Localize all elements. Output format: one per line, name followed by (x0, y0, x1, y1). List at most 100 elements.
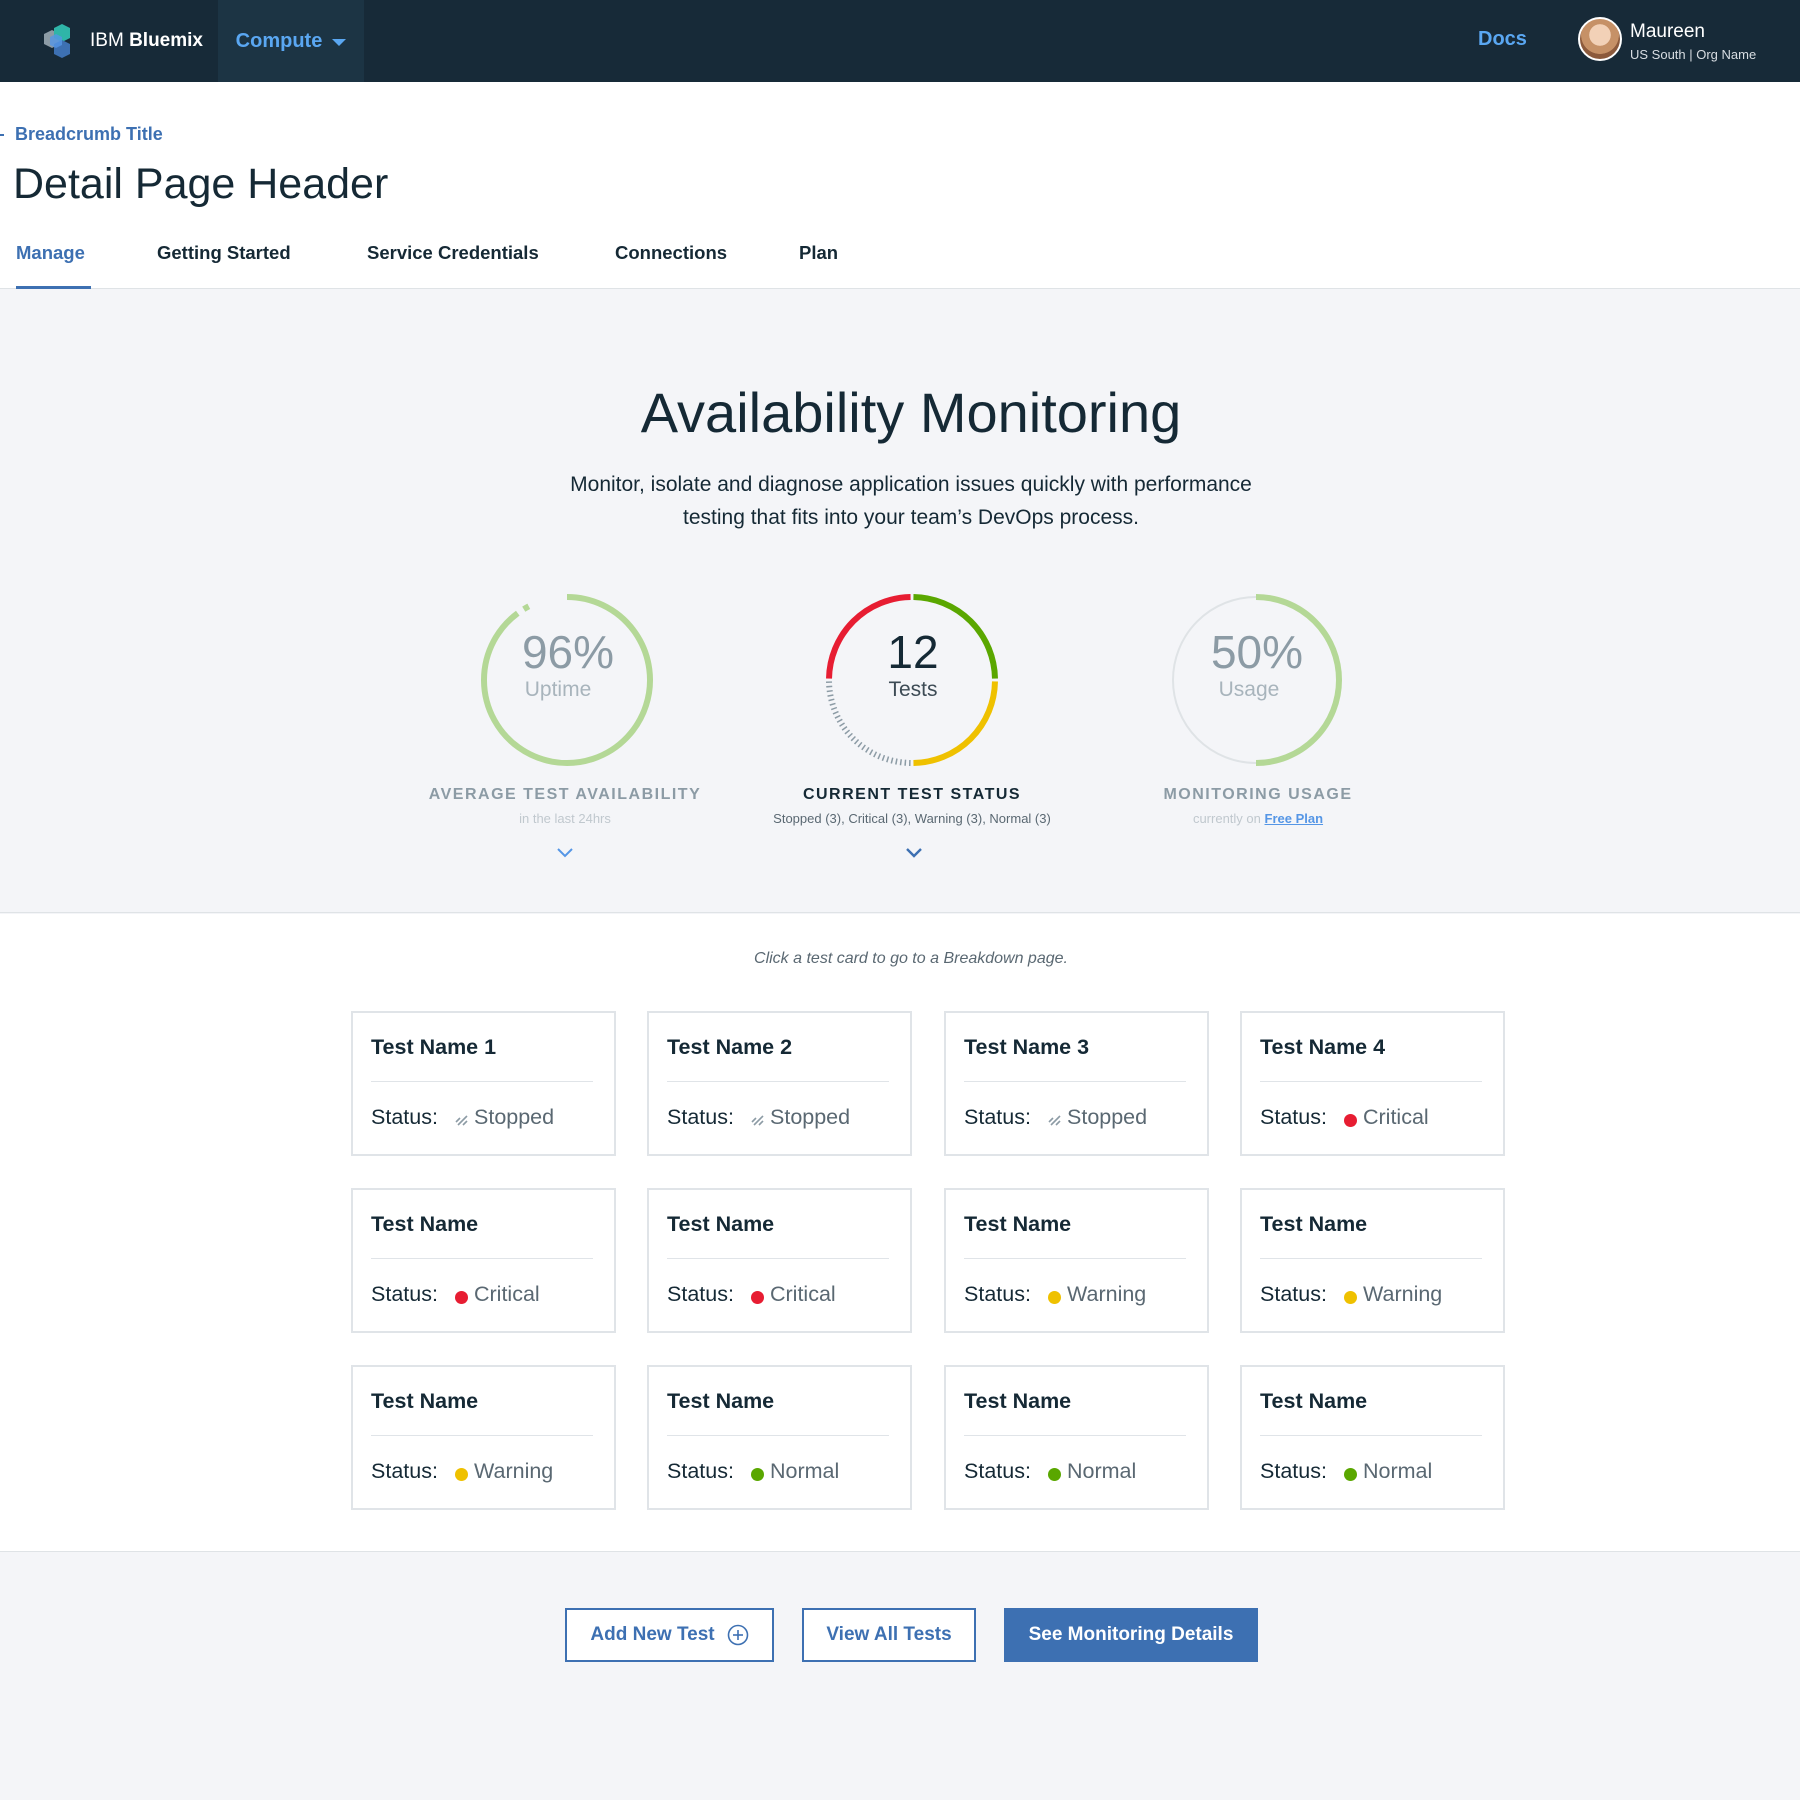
critical-status-dot-icon (455, 1291, 468, 1304)
test-card-status-label: Status: (667, 1105, 734, 1129)
critical-status-dot-icon (751, 1291, 764, 1304)
test-card-divider (1260, 1258, 1482, 1259)
usage-note: currently on Free Plan (1058, 811, 1458, 826)
test-card-name: Test Name (964, 1389, 1072, 1413)
see-monitoring-details-button[interactable]: See Monitoring Details (1004, 1608, 1258, 1662)
test-card[interactable]: Test Name Status: Normal (647, 1365, 912, 1510)
test-card-name: Test Name (667, 1389, 775, 1413)
chevron-down-icon[interactable] (905, 844, 923, 862)
test-card-divider (667, 1258, 889, 1259)
chevron-down-icon[interactable] (556, 844, 574, 862)
test-card-status-label: Status: (667, 1282, 734, 1306)
warning-status-dot-icon (1048, 1291, 1061, 1304)
test-card-name: Test Name (1260, 1389, 1368, 1413)
tab-connections[interactable]: Connections (615, 242, 727, 289)
test-card-status-value: Normal (1363, 1459, 1433, 1483)
test-card[interactable]: Test Name 4 Status: Critical (1240, 1011, 1505, 1156)
test-card-divider (667, 1081, 889, 1082)
test-card-divider (371, 1435, 593, 1436)
uptime-note: in the last 24hrs (519, 811, 611, 826)
test-card-status-value: Critical (770, 1282, 836, 1306)
tab-manage[interactable]: Manage (16, 242, 91, 289)
tab-plan[interactable]: Plan (799, 242, 838, 289)
test-card-status-label: Status: (371, 1105, 438, 1129)
test-cards-section: Click a test card to go to a Breakdown p… (0, 914, 1800, 1552)
hero-subtitle: Monitor, isolate and diagnose applicatio… (511, 468, 1311, 534)
test-card-status-value: Critical (474, 1282, 540, 1306)
test-card[interactable]: Test Name 3 Status: Stopped (944, 1011, 1209, 1156)
test-card-divider (371, 1258, 593, 1259)
stopped-status-icon (455, 1115, 468, 1126)
usage-label: MONITORING USAGE (1163, 786, 1353, 803)
caret-down-icon (332, 38, 347, 46)
test-card-name: Test Name (964, 1212, 1072, 1236)
tab-getting-started[interactable]: Getting Started (157, 242, 291, 289)
test-card-status-label: Status: (371, 1282, 438, 1306)
user-org[interactable]: US South | Org Name (1630, 47, 1756, 62)
test-card-divider (1260, 1081, 1482, 1082)
brand-ibm: IBM (90, 30, 124, 51)
free-plan-link[interactable]: Free Plan (1265, 811, 1324, 826)
test-card-status-value: Critical (1363, 1105, 1429, 1129)
add-new-test-button[interactable]: Add New Test (565, 1608, 774, 1662)
user-name[interactable]: Maureen (1630, 21, 1705, 43)
test-card-status-value: Stopped (770, 1105, 851, 1129)
brand[interactable]: IBM Bluemix (38, 22, 203, 60)
view-all-tests-button[interactable]: View All Tests (802, 1608, 976, 1662)
compute-menu[interactable]: Compute (218, 0, 364, 82)
breadcrumb-marker (0, 134, 4, 136)
page-header: Breadcrumb Title Detail Page Header Mana… (0, 82, 1800, 289)
breadcrumb[interactable]: Breadcrumb Title (15, 124, 163, 145)
test-card-status-label: Status: (1260, 1459, 1327, 1483)
test-card-status-value: Warning (474, 1459, 554, 1483)
test-card[interactable]: Test Name Status: Warning (351, 1365, 616, 1510)
test-card-status-label: Status: (1260, 1282, 1327, 1306)
test-card-status-value: Warning (1067, 1282, 1147, 1306)
docs-link[interactable]: Docs (1478, 28, 1527, 51)
test-card-status-label: Status: (371, 1459, 438, 1483)
test-card-status-value: Warning (1363, 1282, 1443, 1306)
test-card[interactable]: Test Name Status: Critical (647, 1188, 912, 1333)
tests-label: CURRENT TEST STATUS (802, 786, 1022, 803)
test-card-divider (371, 1081, 593, 1082)
test-card[interactable]: Test Name Status: Warning (944, 1188, 1209, 1333)
test-card[interactable]: Test Name 2 Status: Stopped (647, 1011, 912, 1156)
test-card[interactable]: Test Name Status: Normal (1240, 1365, 1505, 1510)
bluemix-logo-icon (44, 24, 70, 58)
tests-gauge: 12 Tests (773, 580, 1053, 880)
test-card[interactable]: Test Name Status: Critical (351, 1188, 616, 1333)
usage-gauge: 50% Usage (1117, 580, 1397, 880)
test-card-name: Test Name (667, 1212, 775, 1236)
normal-status-dot-icon (751, 1468, 764, 1481)
tests-note: Stopped (3), Critical (3), Warning (3), … (773, 811, 1051, 826)
test-card[interactable]: Test Name Status: Normal (944, 1365, 1209, 1510)
add-new-test-label: Add New Test (590, 1624, 715, 1645)
normal-status-dot-icon (1048, 1468, 1061, 1481)
warning-status-dot-icon (455, 1468, 468, 1481)
test-card-status-value: Normal (770, 1459, 840, 1483)
test-card-name: Test Name 4 (1260, 1035, 1386, 1059)
avatar[interactable] (1578, 17, 1622, 61)
test-card-status-value: Stopped (474, 1105, 555, 1129)
add-circle-icon (727, 1624, 748, 1646)
stopped-status-icon (1048, 1115, 1061, 1126)
test-card-divider (667, 1435, 889, 1436)
test-card-status-label: Status: (964, 1105, 1031, 1129)
uptime-value: 96% (521, 626, 615, 678)
critical-status-dot-icon (1344, 1114, 1357, 1127)
tab-service-credentials[interactable]: Service Credentials (367, 242, 539, 289)
test-card-status-label: Status: (964, 1282, 1031, 1306)
normal-status-dot-icon (1344, 1468, 1357, 1481)
test-card[interactable]: Test Name 1 Status: Stopped (351, 1011, 616, 1156)
cards-hint: Click a test card to go to a Breakdown p… (754, 950, 1068, 967)
test-card-name: Test Name (371, 1389, 479, 1413)
test-card-status-label: Status: (667, 1459, 734, 1483)
test-card-name: Test Name (371, 1212, 479, 1236)
uptime-unit: Uptime (524, 678, 592, 701)
page-title: Detail Page Header (13, 160, 389, 208)
top-nav: IBM Bluemix Compute Docs Maureen US Sout… (0, 0, 1800, 82)
uptime-gauge: 96% Uptime (428, 580, 708, 880)
test-card-name: Test Name 3 (964, 1035, 1090, 1059)
test-card-divider (964, 1435, 1186, 1436)
test-card[interactable]: Test Name Status: Warning (1240, 1188, 1505, 1333)
